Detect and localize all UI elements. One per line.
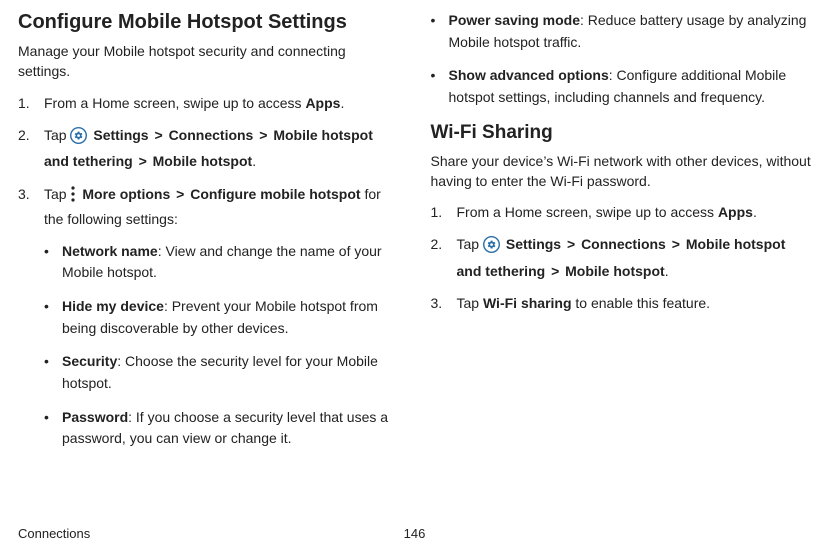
step-2: Tap Settings > Connections > Mobile hots… bbox=[431, 233, 812, 282]
step-3: Tap More options > Configure mobile hots… bbox=[18, 183, 399, 450]
step-2: Tap Settings > Connections > Mobile hots… bbox=[18, 124, 399, 173]
gear-icon bbox=[483, 236, 500, 259]
step-text-end: . bbox=[340, 95, 344, 111]
two-column-layout: Configure Mobile Hotspot Settings Manage… bbox=[18, 10, 811, 462]
document-page: Configure Mobile Hotspot Settings Manage… bbox=[0, 0, 829, 553]
breadcrumb-separator: > bbox=[672, 236, 680, 252]
breadcrumb-separator: > bbox=[567, 236, 575, 252]
bullet-term: Hide my device bbox=[62, 298, 164, 314]
bullet-password: Password: If you choose a security level… bbox=[44, 407, 399, 450]
steps-list-left: From a Home screen, swipe up to access A… bbox=[18, 92, 399, 450]
step-text: From a Home screen, swipe up to access bbox=[44, 95, 305, 111]
footer-page-number: 146 bbox=[404, 526, 426, 541]
bullet-power-saving: Power saving mode: Reduce battery usage … bbox=[431, 10, 812, 53]
breadcrumb-separator: > bbox=[154, 127, 162, 143]
configure-hotspot-label: Configure mobile hotspot bbox=[190, 186, 360, 202]
settings-bullets-right: Power saving mode: Reduce battery usage … bbox=[431, 10, 812, 109]
step-text-end: . bbox=[753, 204, 757, 220]
bullet-term: Password bbox=[62, 409, 128, 425]
mobile-hotspot-label: Mobile hotspot bbox=[565, 263, 665, 279]
step-text: Tap bbox=[44, 127, 70, 143]
bullet-term: Show advanced options bbox=[449, 67, 609, 83]
breadcrumb-separator: > bbox=[176, 186, 184, 202]
connections-label: Connections bbox=[581, 236, 666, 252]
footer-section-name: Connections bbox=[18, 526, 90, 541]
step-1: From a Home screen, swipe up to access A… bbox=[18, 92, 399, 114]
step-text-end: to enable this feature. bbox=[572, 295, 711, 311]
bullet-network-name: Network name: View and change the name o… bbox=[44, 241, 399, 284]
apps-label: Apps bbox=[718, 204, 753, 220]
section-description: Manage your Mobile hotspot security and … bbox=[18, 41, 399, 82]
more-options-icon bbox=[70, 186, 76, 208]
breadcrumb-separator: > bbox=[551, 263, 559, 279]
bullet-advanced-options: Show advanced options: Configure additio… bbox=[431, 65, 812, 108]
left-column: Configure Mobile Hotspot Settings Manage… bbox=[18, 10, 399, 462]
mobile-hotspot-label: Mobile hotspot bbox=[153, 153, 253, 169]
step-text: Tap bbox=[457, 295, 483, 311]
steps-list-right: From a Home screen, swipe up to access A… bbox=[431, 201, 812, 315]
step-text: Tap bbox=[457, 236, 483, 252]
settings-bullets-left: Network name: View and change the name o… bbox=[44, 241, 399, 451]
connections-label: Connections bbox=[169, 127, 254, 143]
step-text: From a Home screen, swipe up to access bbox=[457, 204, 718, 220]
bullet-hide-my-device: Hide my device: Prevent your Mobile hots… bbox=[44, 296, 399, 339]
gear-icon bbox=[70, 127, 87, 150]
bullet-term: Network name bbox=[62, 243, 158, 259]
settings-label: Settings bbox=[93, 127, 148, 143]
step-3: Tap Wi-Fi sharing to enable this feature… bbox=[431, 292, 812, 314]
wifi-sharing-description: Share your device’s Wi-Fi network with o… bbox=[431, 151, 812, 192]
bullet-security: Security: Choose the security level for … bbox=[44, 351, 399, 394]
bullet-term: Security bbox=[62, 353, 117, 369]
settings-label: Settings bbox=[506, 236, 561, 252]
wifi-sharing-heading: Wi-Fi Sharing bbox=[431, 121, 812, 145]
step-text: Tap bbox=[44, 186, 70, 202]
section-heading: Configure Mobile Hotspot Settings bbox=[18, 10, 399, 35]
page-footer: Connections 146 bbox=[0, 526, 829, 541]
breadcrumb-separator: > bbox=[259, 127, 267, 143]
bullet-term: Power saving mode bbox=[449, 12, 580, 28]
wifi-sharing-label: Wi-Fi sharing bbox=[483, 295, 572, 311]
apps-label: Apps bbox=[305, 95, 340, 111]
breadcrumb-separator: > bbox=[139, 153, 147, 169]
step-text-end: . bbox=[252, 153, 256, 169]
step-text-end: . bbox=[665, 263, 669, 279]
right-column: Power saving mode: Reduce battery usage … bbox=[431, 10, 812, 462]
more-options-label: More options bbox=[82, 186, 170, 202]
step-1: From a Home screen, swipe up to access A… bbox=[431, 201, 812, 223]
